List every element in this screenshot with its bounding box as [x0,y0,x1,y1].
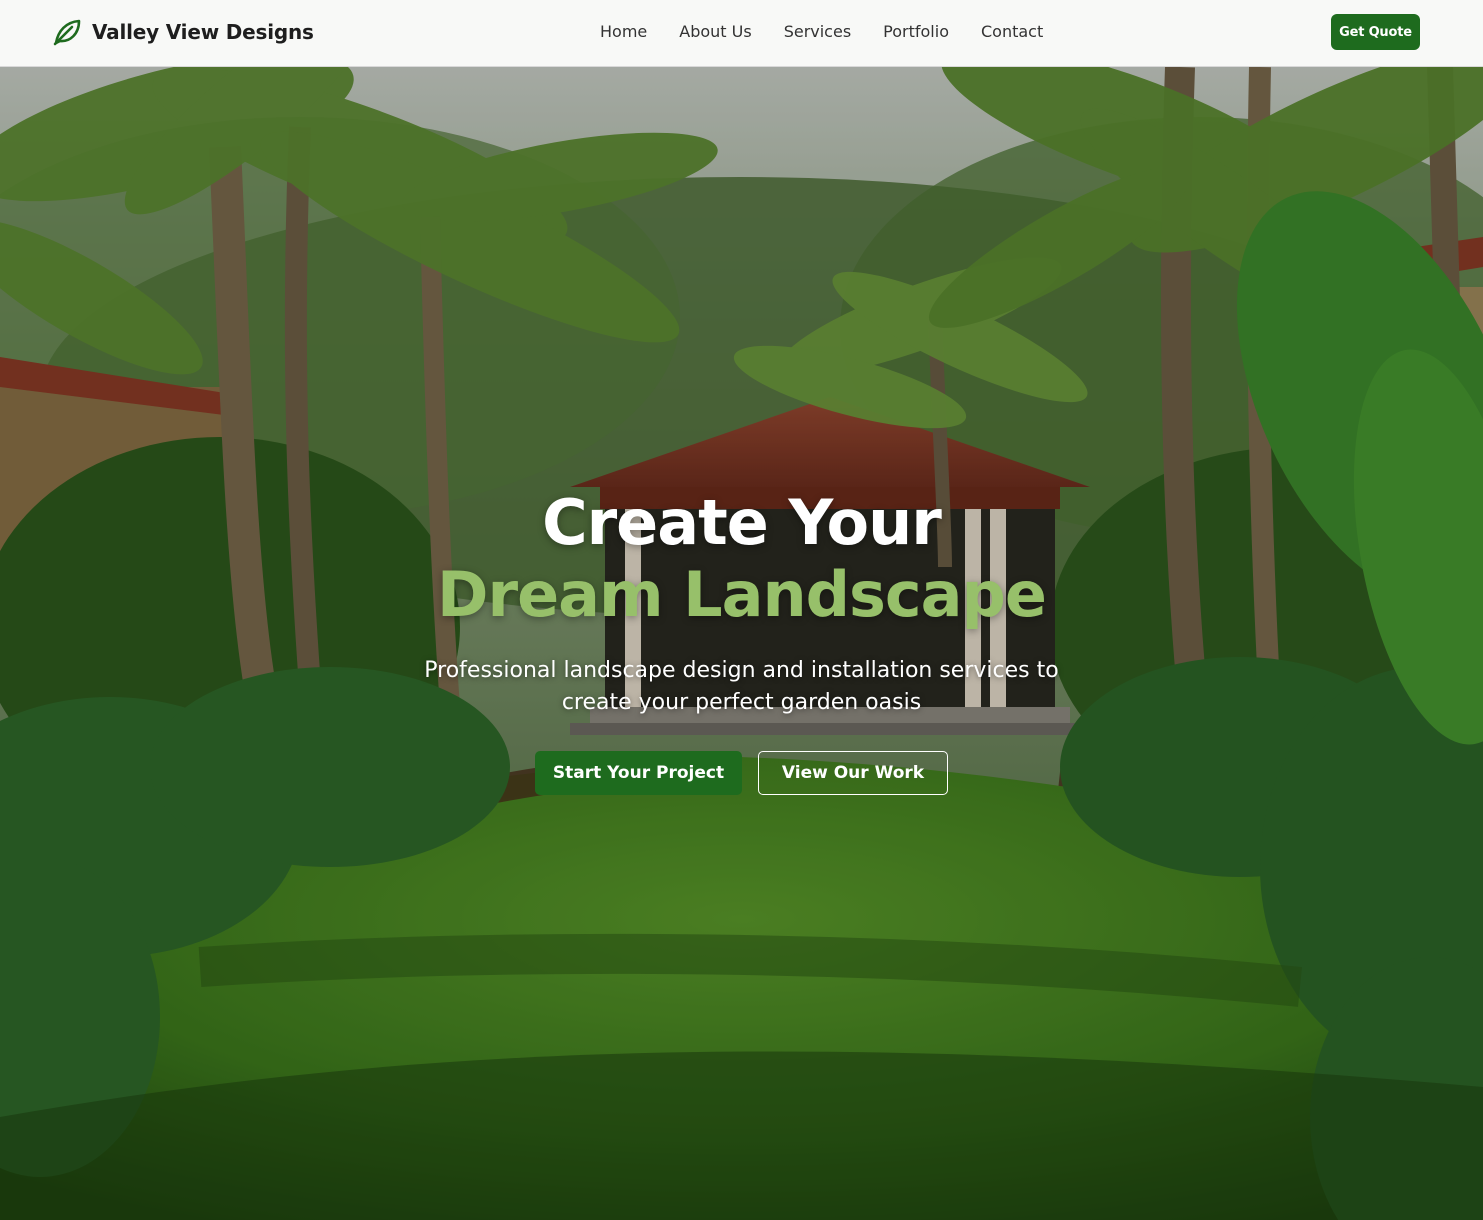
nav-home[interactable]: Home [600,22,647,41]
hero-title-line-2: Dream Landscape [437,558,1047,631]
hero-section: Create Your Dream Landscape Professional… [0,67,1483,1220]
hero-content: Create Your Dream Landscape Professional… [0,487,1483,795]
hero-subtitle: Professional landscape design and instal… [424,658,1059,715]
nav-services[interactable]: Services [784,22,851,41]
hero-title: Create Your Dream Landscape [0,487,1483,631]
brand-name: Valley View Designs [92,20,314,44]
leaf-icon [52,17,82,47]
get-quote-button[interactable]: Get Quote [1331,14,1420,50]
hero-title-line-1: Create Your [542,486,942,559]
main-nav: Home About Us Services Portfolio Contact [600,22,1043,41]
nav-contact[interactable]: Contact [981,22,1043,41]
nav-about-us[interactable]: About Us [679,22,751,41]
nav-portfolio[interactable]: Portfolio [883,22,949,41]
top-navbar: Valley View Designs Home About Us Servic… [0,0,1483,67]
hero-cta-row: Start Your Project View Our Work [0,751,1483,795]
view-our-work-button[interactable]: View Our Work [758,751,948,795]
brand-logo-link[interactable]: Valley View Designs [52,17,314,47]
start-your-project-button[interactable]: Start Your Project [535,751,742,795]
